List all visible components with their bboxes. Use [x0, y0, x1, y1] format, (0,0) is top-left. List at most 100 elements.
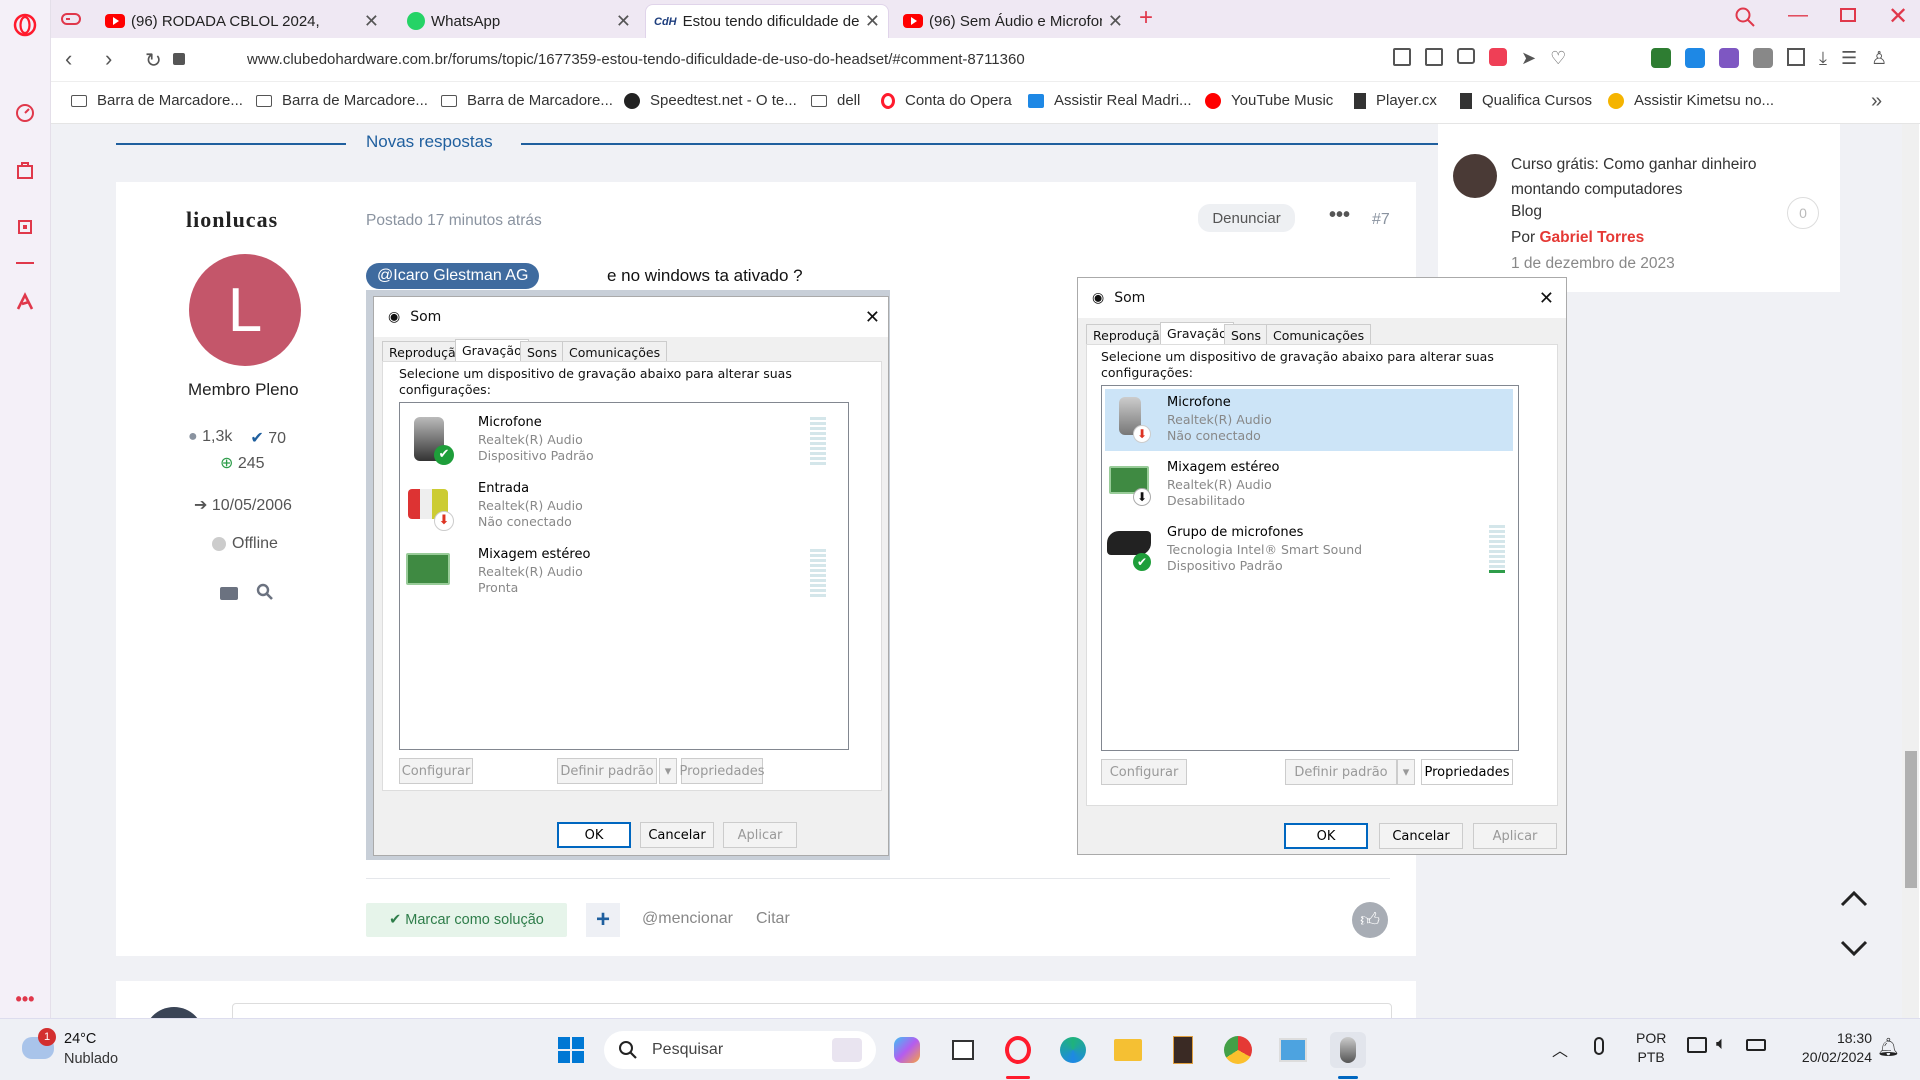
bookmark-item[interactable]: Qualifica Cursos: [1460, 92, 1592, 109]
aria-icon[interactable]: [12, 289, 38, 315]
bookmark-item[interactable]: Player.cx: [1354, 92, 1437, 109]
close-tab-icon[interactable]: ✕: [364, 11, 379, 32]
back-button[interactable]: ‹: [65, 46, 72, 72]
battery-icon[interactable]: [1746, 1039, 1766, 1051]
bookmark-item[interactable]: Barra de Marcadore...: [441, 92, 613, 109]
youtube-icon: [105, 14, 125, 28]
search-tabs-icon[interactable]: [1734, 6, 1756, 33]
bookmark-item[interactable]: YouTube Music: [1205, 92, 1333, 109]
clock[interactable]: 18:30 20/02/2024: [1780, 1029, 1872, 1067]
chrome-icon[interactable]: [1220, 1032, 1256, 1068]
bookmarks-overflow-icon[interactable]: »: [1871, 90, 1882, 113]
set-default-dropdown-icon: ▾: [1397, 759, 1415, 785]
easy-setup-icon[interactable]: ☰: [1841, 48, 1857, 69]
bookmark-item[interactable]: Assistir Real Madri...: [1028, 92, 1192, 109]
bookmark-item[interactable]: dell: [811, 92, 860, 109]
account-icon[interactable]: ♙: [1871, 48, 1887, 69]
weather-temp[interactable]: 24°C: [64, 1031, 96, 1047]
dollar-extension-icon[interactable]: [1651, 48, 1671, 68]
m-extension-icon[interactable]: [1753, 48, 1773, 68]
sidebar-post-category[interactable]: Blog: [1511, 203, 1542, 221]
vpn-extension-icon[interactable]: [1719, 48, 1739, 68]
lock-icon[interactable]: [173, 53, 185, 65]
sidebar-post-author[interactable]: Gabriel Torres: [1539, 229, 1644, 246]
multiquote-button[interactable]: +: [586, 903, 620, 937]
bookmark-item[interactable]: Conta do Opera: [881, 92, 1012, 109]
camera-icon[interactable]: [1457, 48, 1475, 64]
device-item: ⬇ Mixagem estéreo Realtek(R) Audio Desab…: [1105, 454, 1513, 518]
taskbar-search[interactable]: Pesquisar: [604, 1031, 876, 1069]
opera-logo-icon[interactable]: [12, 12, 38, 38]
author-avatar[interactable]: L: [189, 254, 301, 366]
sound-settings-icon[interactable]: [1330, 1032, 1366, 1068]
tab-active-forum[interactable]: CdH Estou tendo dificuldade de ✕: [645, 4, 889, 38]
speed-dial-icon[interactable]: [12, 100, 38, 126]
control-panel-icon[interactable]: [1275, 1032, 1311, 1068]
minimize-button[interactable]: —: [1788, 4, 1808, 27]
forward-button[interactable]: ›: [105, 46, 112, 72]
restore-button[interactable]: [1840, 8, 1856, 22]
new-tab-button[interactable]: +: [1139, 4, 1153, 32]
bookmark-item[interactable]: Assistir Kimetsu no...: [1608, 92, 1774, 109]
mark-solution-button[interactable]: ✔ Marcar como solução: [366, 903, 567, 937]
opera-taskbar-icon[interactable]: [1000, 1032, 1036, 1068]
scroll-up-icon[interactable]: [1839, 888, 1869, 913]
edit-icon[interactable]: [1425, 48, 1443, 66]
network-icon[interactable]: [1687, 1037, 1707, 1053]
notifications-icon[interactable]: 🔔︎: [1877, 1037, 1900, 1058]
volume-icon[interactable]: 🔈︎: [1716, 1033, 1727, 1054]
file-icon: [1460, 92, 1472, 109]
pocket-icon[interactable]: [1489, 48, 1507, 66]
mention-button[interactable]: @mencionar: [642, 910, 733, 928]
close-tab-icon[interactable]: ✕: [1108, 11, 1123, 32]
language-indicator[interactable]: POR PTB: [1636, 1029, 1666, 1067]
reader-icon[interactable]: [1393, 48, 1411, 66]
tab-whatsapp[interactable]: WhatsApp ✕: [399, 4, 639, 38]
tab-sem-audio[interactable]: (96) Sem Áudio e Microfon ✕: [895, 4, 1131, 38]
search-user-icon[interactable]: [256, 583, 274, 606]
url-field[interactable]: www.clubedohardware.com.br/forums/topic/…: [247, 51, 1025, 68]
scroll-down-icon[interactable]: [1839, 939, 1869, 964]
report-button[interactable]: Denunciar: [1198, 204, 1295, 232]
bookmark-item[interactable]: Speedtest.net - O te...: [624, 92, 797, 109]
tab-cblol[interactable]: (96) RODADA CBLOL 2024, ✕: [97, 4, 387, 38]
like-icon[interactable]: 👍︎: [1352, 902, 1388, 938]
cube-icon[interactable]: [1787, 48, 1805, 66]
quote-button[interactable]: Citar: [756, 910, 790, 928]
file-explorer-icon[interactable]: [1110, 1032, 1146, 1068]
bookmark-item[interactable]: Barra de Marcadore...: [256, 92, 428, 109]
microphone-tray-icon[interactable]: [1594, 1037, 1604, 1055]
weather-desc[interactable]: Nublado: [64, 1051, 118, 1067]
more-icon[interactable]: •••: [12, 986, 38, 1012]
post-number[interactable]: #7: [1372, 211, 1390, 229]
close-tab-icon[interactable]: ✕: [865, 11, 880, 32]
start-button[interactable]: [553, 1032, 589, 1068]
close-window-button[interactable]: ✕: [1888, 2, 1908, 31]
shopping-bag-icon[interactable]: [12, 157, 38, 183]
sidebar-post-title[interactable]: Curso grátis: Como ganhar dinheiro monta…: [1511, 152, 1781, 202]
copilot-icon[interactable]: [889, 1032, 925, 1068]
dialog-close-icon: ✕: [864, 306, 880, 328]
chip-icon[interactable]: [12, 214, 38, 240]
translate-extension-icon[interactable]: [1685, 48, 1705, 68]
heart-icon[interactable]: ♡: [1550, 48, 1566, 69]
scrollbar[interactable]: [1902, 124, 1919, 1018]
close-tab-icon[interactable]: ✕: [616, 11, 631, 32]
download-icon[interactable]: ⤓: [1819, 48, 1827, 69]
plus-circle-icon: ⊕: [220, 455, 234, 472]
app-icon[interactable]: [1165, 1032, 1201, 1068]
task-view-icon[interactable]: [945, 1032, 981, 1068]
reload-button[interactable]: ↻: [145, 48, 162, 73]
gamepad-icon[interactable]: [61, 10, 81, 33]
more-options-icon[interactable]: •••: [1329, 204, 1350, 227]
bookmark-item[interactable]: Barra de Marcadore...: [71, 92, 243, 109]
reply-box[interactable]: [232, 1003, 1392, 1018]
tray-overflow-icon[interactable]: ︿: [1552, 1037, 1568, 1061]
edge-icon[interactable]: [1055, 1032, 1091, 1068]
post-author-name[interactable]: lionlucas: [186, 207, 278, 233]
active-indicator: [1006, 1076, 1030, 1079]
scrollbar-thumb[interactable]: [1905, 751, 1917, 888]
message-icon[interactable]: [220, 587, 238, 600]
send-icon[interactable]: ➤: [1521, 48, 1536, 69]
mention-chip[interactable]: @Icaro Glestman AG: [366, 263, 540, 289]
